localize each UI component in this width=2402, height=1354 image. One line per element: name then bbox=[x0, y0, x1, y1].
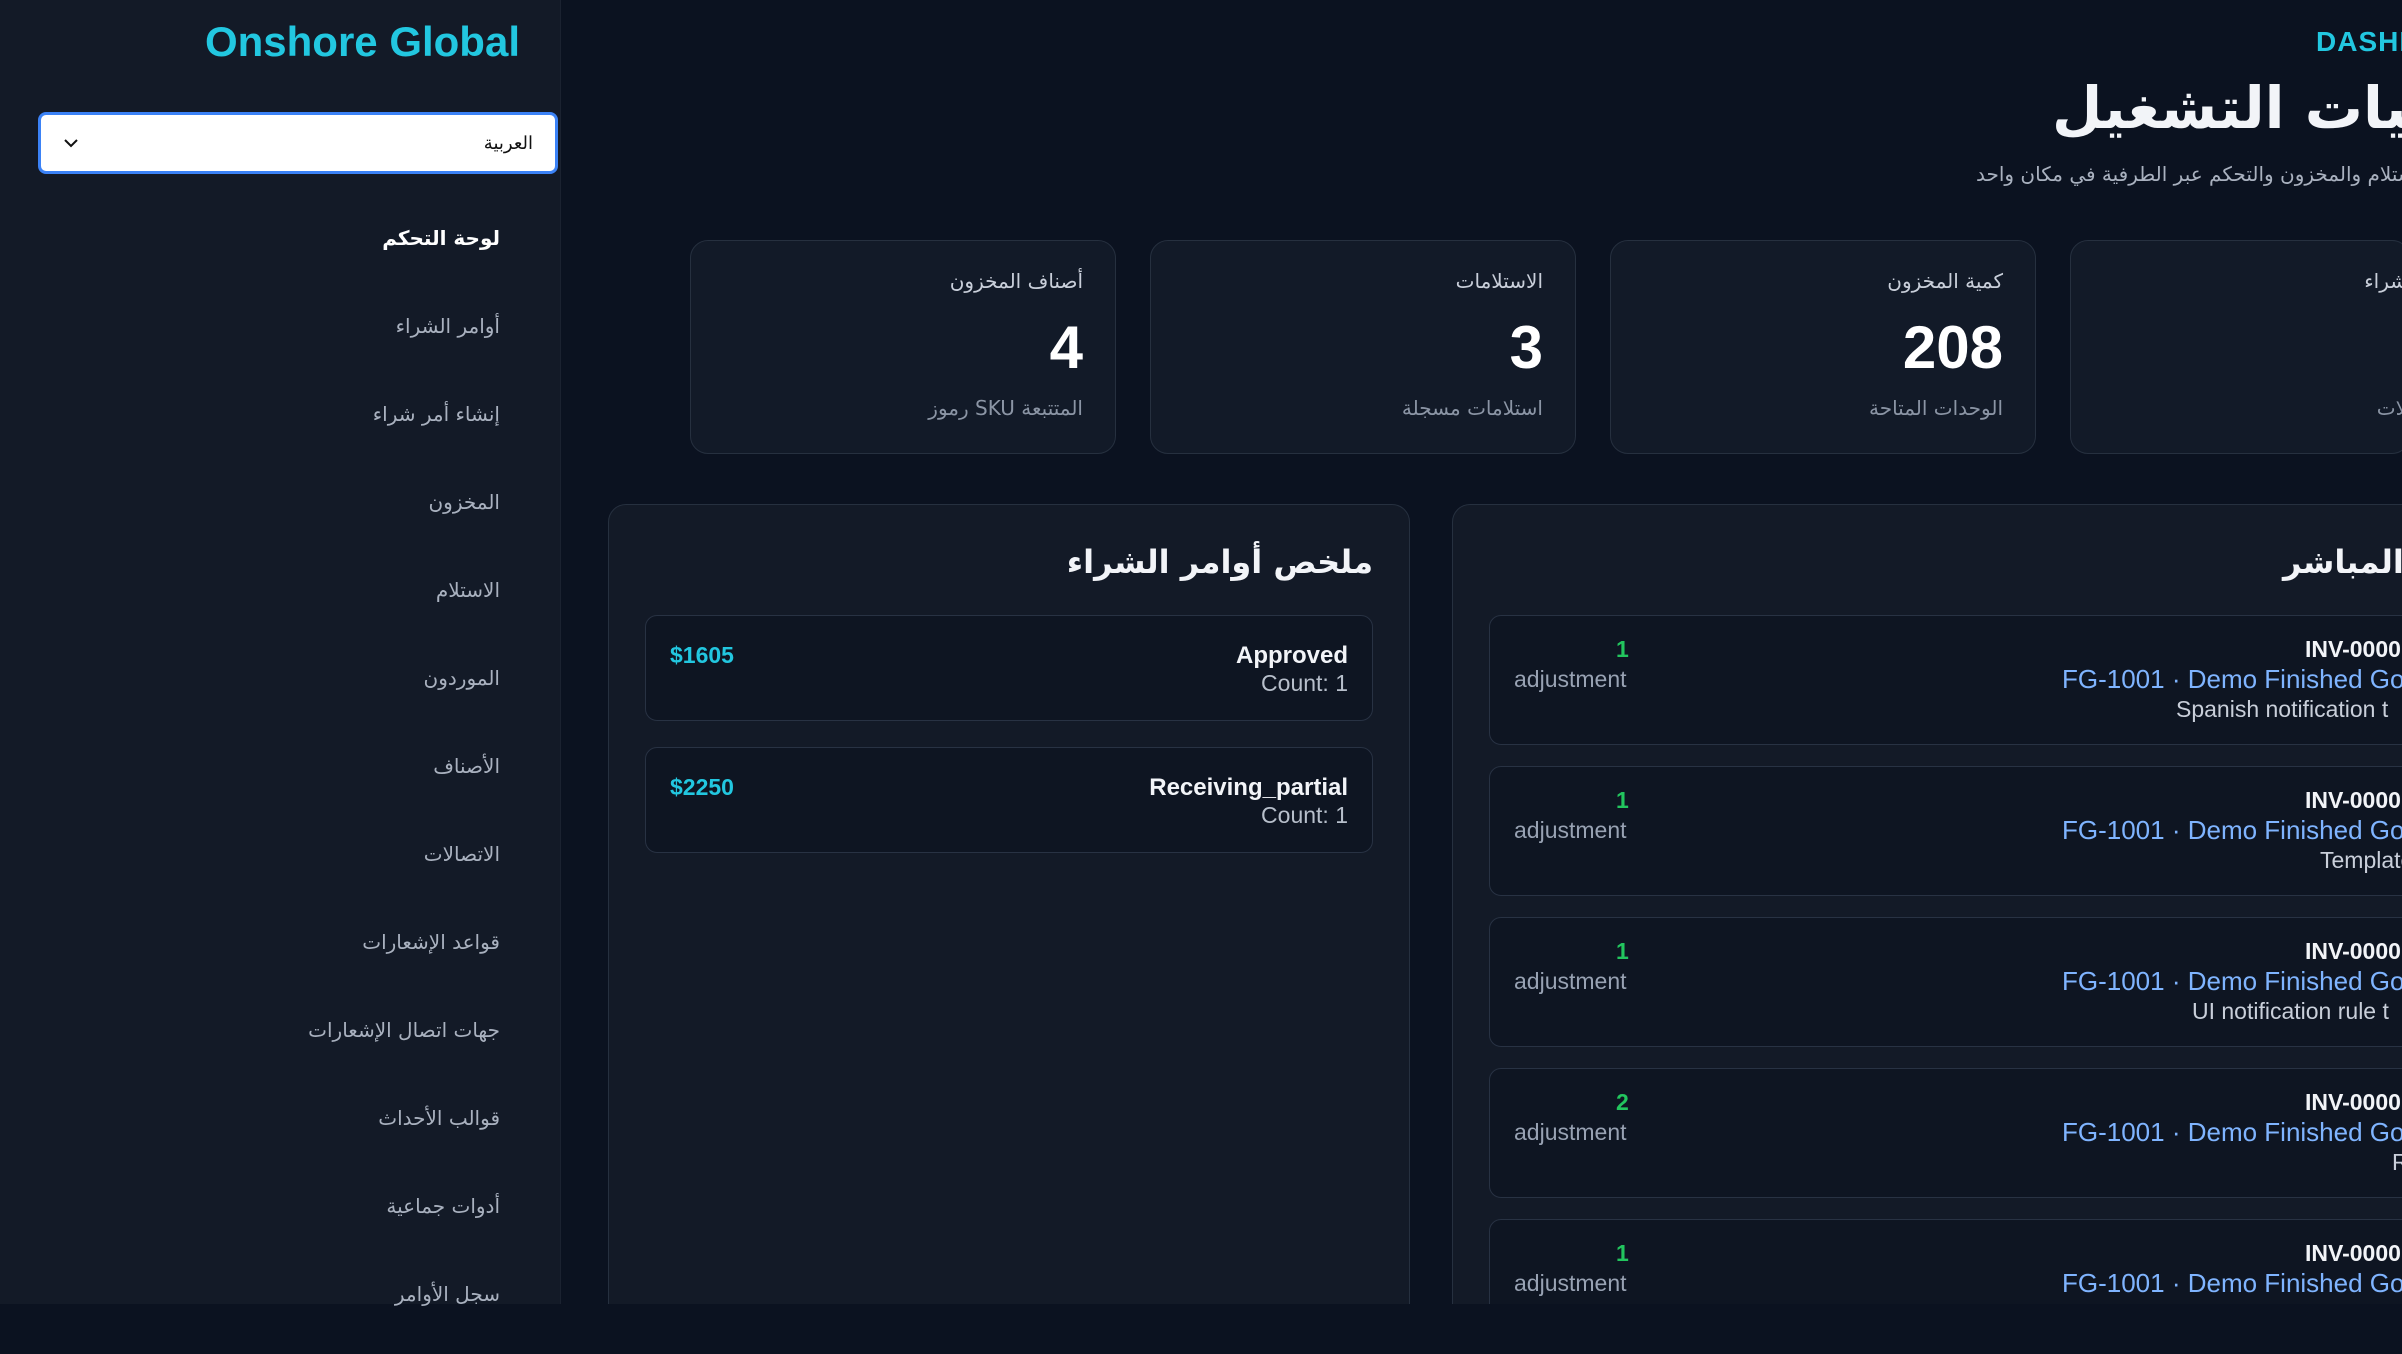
activity-note: UI notification rule t bbox=[2192, 998, 2389, 1024]
activity-qty: 1 bbox=[1616, 636, 1629, 662]
stat-hint: لات bbox=[2376, 396, 2402, 420]
sidebar-item-items[interactable]: الأصناف bbox=[308, 738, 500, 826]
stat-hint: استلامات مسجلة bbox=[1401, 396, 1543, 420]
sidebar-item-contacts[interactable]: الاتصالات bbox=[308, 826, 500, 914]
stat-card-purchases: شراء لات bbox=[2070, 240, 2402, 454]
summary-row[interactable]: $2250 Receiving_partial Count: 1 bbox=[645, 747, 1373, 853]
live-activity-panel: ط المباشر 1 adjustment INV-0000 FG-1001 … bbox=[1452, 504, 2402, 1304]
panel-title: ملخص أوامر الشراء bbox=[1066, 543, 1373, 581]
stat-value: 4 bbox=[1049, 314, 1083, 381]
activity-ref: INV-0000 bbox=[2305, 1089, 2401, 1115]
sidebar-item-receiving[interactable]: الاستلام bbox=[308, 562, 500, 650]
summary-count: Count: 1 bbox=[1261, 802, 1348, 828]
stat-value: 208 bbox=[1902, 314, 2003, 381]
sidebar: Onshore Global العربية لوحة التحكم أوامر… bbox=[0, 0, 561, 1306]
page-title: ة عمليات التشغيل bbox=[2052, 74, 2402, 142]
activity-qty: 2 bbox=[1616, 1089, 1629, 1115]
activity-ref: INV-0000 bbox=[2305, 938, 2401, 964]
stat-card-receipts: الاستلامات 3 استلامات مسجلة bbox=[1150, 240, 1576, 454]
po-summary-panel: ملخص أوامر الشراء $1605 Approved Count: … bbox=[608, 504, 1410, 1304]
summary-amount: $1605 bbox=[670, 642, 734, 668]
activity-ref: INV-0000 bbox=[2305, 787, 2401, 813]
activity-note: Template t bbox=[2320, 847, 2402, 873]
sidebar-item-order-log[interactable]: سجل الأوامر bbox=[308, 1266, 500, 1354]
sidebar-item-bulk-tools[interactable]: أدوات جماعية bbox=[308, 1178, 500, 1266]
activity-type: adjustment bbox=[1514, 1119, 1627, 1145]
stat-card-inventory-qty: كمية المخزون 208 الوحدات المتاحة bbox=[1610, 240, 2036, 454]
stat-label: شراء bbox=[2364, 269, 2402, 293]
sidebar-item-suppliers[interactable]: الموردون bbox=[308, 650, 500, 738]
stat-label: كمية المخزون bbox=[1887, 269, 2003, 293]
activity-type: adjustment bbox=[1514, 666, 1627, 692]
activity-item-link[interactable]: FG-1001 · Demo Finished Go bbox=[2062, 1117, 2402, 1148]
activity-row[interactable]: 1 adjustment INV-0000 FG-1001 · Demo Fin… bbox=[1489, 917, 2402, 1047]
chevron-down-icon bbox=[64, 139, 78, 148]
sidebar-item-dashboard[interactable]: لوحة التحكم bbox=[308, 210, 500, 298]
activity-qty: 1 bbox=[1616, 938, 1629, 964]
activity-item-link[interactable]: FG-1001 · Demo Finished Go bbox=[2062, 966, 2402, 997]
stat-hint: رموز SKU المتتبعة bbox=[928, 396, 1083, 420]
activity-ref: INV-0000 bbox=[2305, 1240, 2401, 1266]
stat-card-inventory-items: أصناف المخزون 4 رموز SKU المتتبعة bbox=[690, 240, 1116, 454]
sidebar-item-inventory[interactable]: المخزون bbox=[308, 474, 500, 562]
page-eyebrow: DASHB bbox=[2316, 26, 2402, 57]
page-subtitle: الاستلام والمخزون والتحكم عبر الطرفية في… bbox=[1976, 162, 2402, 186]
activity-qty: 1 bbox=[1616, 787, 1629, 813]
summary-amount: $2250 bbox=[670, 774, 734, 800]
sidebar-nav: لوحة التحكم أوامر الشراء إنشاء أمر شراء … bbox=[308, 210, 500, 1354]
activity-row[interactable]: 2 adjustment INV-0000 FG-1001 · Demo Fin… bbox=[1489, 1068, 2402, 1198]
language-select[interactable]: العربية bbox=[38, 112, 558, 174]
stat-value: 3 bbox=[1509, 314, 1543, 381]
activity-type: adjustment bbox=[1514, 1270, 1627, 1296]
activity-row[interactable]: 1 adjustment INV-0000 FG-1001 · Demo Fin… bbox=[1489, 766, 2402, 896]
activity-note: Spanish notification t bbox=[2176, 696, 2389, 722]
activity-row[interactable]: 1 adjustment INV-0000 FG-1001 · Demo Fin… bbox=[1489, 1219, 2402, 1304]
stat-value bbox=[2103, 313, 2377, 382]
stat-hint: الوحدات المتاحة bbox=[1868, 396, 2003, 420]
panel-title: ط المباشر bbox=[2283, 543, 2402, 581]
main-content: DASHB ة عمليات التشغيل الاستلام والمخزون… bbox=[560, 0, 2402, 1304]
activity-item-link[interactable]: FG-1001 · Demo Finished Go bbox=[2062, 664, 2402, 695]
activity-ref: INV-0000 bbox=[2305, 636, 2401, 662]
sidebar-item-notification-rules[interactable]: قواعد الإشعارات bbox=[308, 914, 500, 1002]
summary-status: Receiving_partial bbox=[1149, 774, 1348, 801]
stat-label: الاستلامات bbox=[1455, 269, 1543, 293]
summary-row[interactable]: $1605 Approved Count: 1 bbox=[645, 615, 1373, 721]
activity-type: adjustment bbox=[1514, 817, 1627, 843]
sidebar-item-create-po[interactable]: إنشاء أمر شراء bbox=[308, 386, 500, 474]
summary-count: Count: 1 bbox=[1261, 670, 1348, 696]
sidebar-item-notification-contacts[interactable]: جهات اتصال الإشعارات bbox=[308, 1002, 500, 1090]
sidebar-item-purchase-orders[interactable]: أوامر الشراء bbox=[308, 298, 500, 386]
stat-label: أصناف المخزون bbox=[949, 269, 1083, 293]
activity-note: Rule t bbox=[2392, 1149, 2402, 1175]
sidebar-item-event-templates[interactable]: قوالب الأحداث bbox=[308, 1090, 500, 1178]
summary-status: Approved bbox=[1235, 642, 1348, 669]
activity-item-link[interactable]: FG-1001 · Demo Finished Go bbox=[2062, 815, 2402, 846]
activity-type: adjustment bbox=[1514, 968, 1627, 994]
activity-row[interactable]: 1 adjustment INV-0000 FG-1001 · Demo Fin… bbox=[1489, 615, 2402, 745]
activity-item-link[interactable]: FG-1001 · Demo Finished Go bbox=[2062, 1268, 2402, 1299]
language-select-value: العربية bbox=[483, 132, 533, 153]
activity-qty: 1 bbox=[1616, 1240, 1629, 1266]
brand-logo[interactable]: Onshore Global bbox=[205, 18, 520, 66]
